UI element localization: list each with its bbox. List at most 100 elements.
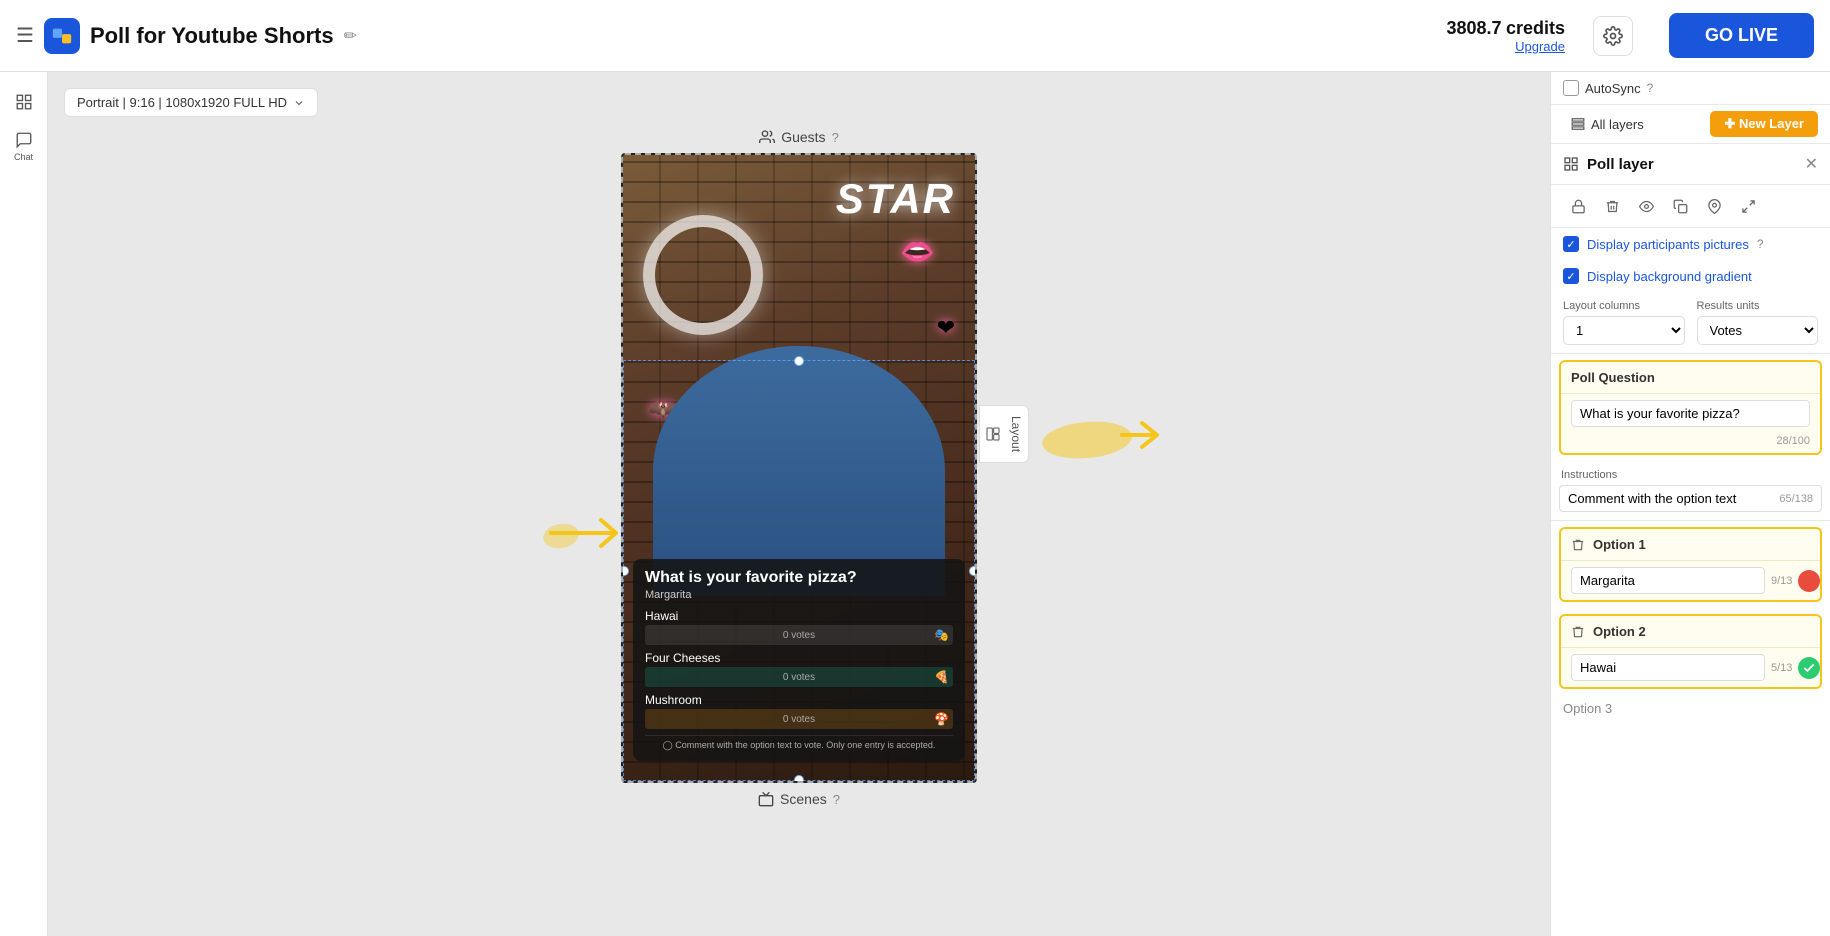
display-participants-option: ✓ Display participants pictures ? (1551, 228, 1830, 260)
poll-option-1: Hawai 0 votes 🎭 (645, 609, 953, 645)
poll-question-input-wrapper (1561, 394, 1820, 433)
display-participants-help[interactable]: ? (1757, 237, 1764, 251)
results-units-group: Results units Votes (1697, 300, 1819, 345)
poll-option-2: Four Cheeses 0 votes 🍕 (645, 651, 953, 687)
visibility-layer-button[interactable] (1631, 191, 1661, 221)
display-participants-checkbox[interactable]: ✓ (1563, 236, 1579, 252)
instructions-charcount: 65/138 (1779, 493, 1813, 505)
delete-layer-button[interactable] (1597, 191, 1627, 221)
canvas-toolbar: Portrait | 9:16 | 1080x1920 FULL HD (64, 88, 1534, 117)
autosync-checkbox[interactable] (1563, 80, 1579, 96)
poll-layer-title: Poll layer (1587, 156, 1805, 173)
left-sidebar: Chat (0, 72, 48, 936)
right-panel: AutoSync ? All layers ✚ New Layer Poll l… (1550, 72, 1830, 936)
instructions-input[interactable] (1568, 491, 1775, 506)
instructions-input-wrapper: 65/138 (1559, 485, 1822, 512)
main-content: Chat Portrait | 9:16 | 1080x1920 FULL HD… (0, 72, 1830, 936)
option1-header: Option 1 (1561, 529, 1820, 561)
option3-hint: Option 3 (1551, 695, 1830, 722)
option1-section: Option 1 9/13 (1559, 527, 1822, 602)
results-units-select[interactable]: Votes (1697, 316, 1819, 345)
option1-charcount: 9/13 (1771, 575, 1792, 587)
sidebar-item-layout[interactable] (6, 84, 42, 120)
settings-icon[interactable] (1593, 16, 1633, 56)
guests-help-icon[interactable]: ? (832, 130, 839, 145)
sidebar-chat[interactable]: Chat (6, 128, 42, 164)
autosync-label: AutoSync (1585, 81, 1641, 96)
poll-overlay-subtitle: Margarita (645, 589, 953, 601)
resize-layer-button[interactable] (1733, 191, 1763, 221)
ring-light (643, 215, 763, 335)
menu-icon[interactable]: ☰ (16, 23, 34, 48)
poll-layer-header: Poll layer ✕ (1551, 144, 1830, 185)
edit-title-icon[interactable]: ✏ (344, 26, 357, 46)
option2-input[interactable] (1571, 654, 1765, 681)
scenes-label: Scenes ? (758, 791, 840, 807)
guests-label: Guests ? (759, 129, 839, 145)
option2-input-row: 5/13 (1561, 648, 1820, 687)
autosync-row: AutoSync ? (1551, 72, 1830, 105)
all-layers-label: All layers (1591, 117, 1644, 132)
neon-lips: 👄 (900, 235, 935, 268)
poll-instruction: ◯ Comment with the option text to vote. … (645, 735, 953, 751)
new-layer-label: ✚ New Layer (1724, 116, 1804, 132)
lock-layer-button[interactable] (1563, 191, 1593, 221)
resolution-value: Portrait | 9:16 | 1080x1920 FULL HD (77, 95, 287, 110)
option2-section: Option 2 5/13 (1559, 614, 1822, 689)
canvas-area: Portrait | 9:16 | 1080x1920 FULL HD Gues… (48, 72, 1550, 936)
option2-color[interactable] (1798, 657, 1820, 679)
display-background-checkbox[interactable]: ✓ (1563, 268, 1579, 284)
option3-label: Option 3 (1563, 701, 1612, 716)
app-title: Poll for Youtube Shorts (90, 23, 334, 49)
right-arrow-annotation (1037, 405, 1167, 470)
layout-tab[interactable]: Layout (979, 405, 1029, 463)
neon-heart: ❤ (937, 315, 955, 341)
display-background-option: ✓ Display background gradient (1551, 260, 1830, 292)
pin-layer-button[interactable] (1699, 191, 1729, 221)
option2-header: Option 2 (1561, 616, 1820, 648)
layout-tab-label: Layout (1009, 416, 1023, 452)
poll-question-section: Poll Question 28/100 (1559, 360, 1822, 455)
poll-question-header: Poll Question (1561, 362, 1820, 394)
star-text: STAR (836, 175, 955, 223)
credits-amount: 3808.7 (1446, 18, 1501, 38)
option2-label: Option 2 (1593, 624, 1646, 639)
instructions-label: Instructions (1559, 465, 1822, 485)
all-layers-button[interactable]: All layers (1563, 113, 1652, 136)
credits-label: credits (1506, 18, 1565, 38)
upgrade-link[interactable]: Upgrade (1446, 39, 1565, 54)
logo (44, 18, 80, 54)
poll-question-charcount: 28/100 (1561, 433, 1820, 453)
go-live-button[interactable]: GO LIVE (1669, 13, 1814, 58)
poll-question-input[interactable] (1571, 400, 1810, 427)
display-participants-label: Display participants pictures (1587, 237, 1749, 252)
phone-preview: STAR 👄 ❤ 🦇 What is your favorite pizza? (621, 153, 977, 783)
option2-charcount: 5/13 (1771, 662, 1792, 674)
header-left: ☰ Poll for Youtube Shorts ✏ (16, 18, 1446, 54)
option1-label: Option 1 (1593, 537, 1646, 552)
duplicate-layer-button[interactable] (1665, 191, 1695, 221)
header: ☰ Poll for Youtube Shorts ✏ 3808.7 credi… (0, 0, 1830, 72)
autosync-help-icon[interactable]: ? (1647, 81, 1654, 95)
new-layer-button[interactable]: ✚ New Layer (1710, 111, 1818, 137)
guests-text: Guests (781, 129, 825, 145)
resolution-selector[interactable]: Portrait | 9:16 | 1080x1920 FULL HD (64, 88, 318, 117)
layer-actions (1551, 185, 1830, 228)
layers-toolbar: All layers ✚ New Layer (1551, 105, 1830, 144)
results-units-label: Results units (1697, 300, 1819, 312)
scenes-help-icon[interactable]: ? (833, 792, 840, 807)
layout-columns-label: Layout columns (1563, 300, 1685, 312)
option1-input-row: 9/13 (1561, 561, 1820, 600)
close-panel-icon[interactable]: ✕ (1805, 154, 1818, 174)
instructions-section: Instructions 65/138 (1551, 461, 1830, 521)
option1-input[interactable] (1571, 567, 1765, 594)
display-background-label: Display background gradient (1587, 269, 1752, 284)
poll-overlay-question: What is your favorite pizza? (645, 569, 953, 587)
chat-label: Chat (14, 152, 33, 162)
poll-overlay: What is your favorite pizza? Margarita H… (633, 559, 965, 761)
credits-display: 3808.7 credits Upgrade (1446, 18, 1565, 54)
layout-columns-section: Layout columns 1 Results units Votes (1551, 292, 1830, 354)
scenes-text: Scenes (780, 791, 827, 807)
layout-columns-select[interactable]: 1 (1563, 316, 1685, 345)
option1-color[interactable] (1798, 570, 1820, 592)
